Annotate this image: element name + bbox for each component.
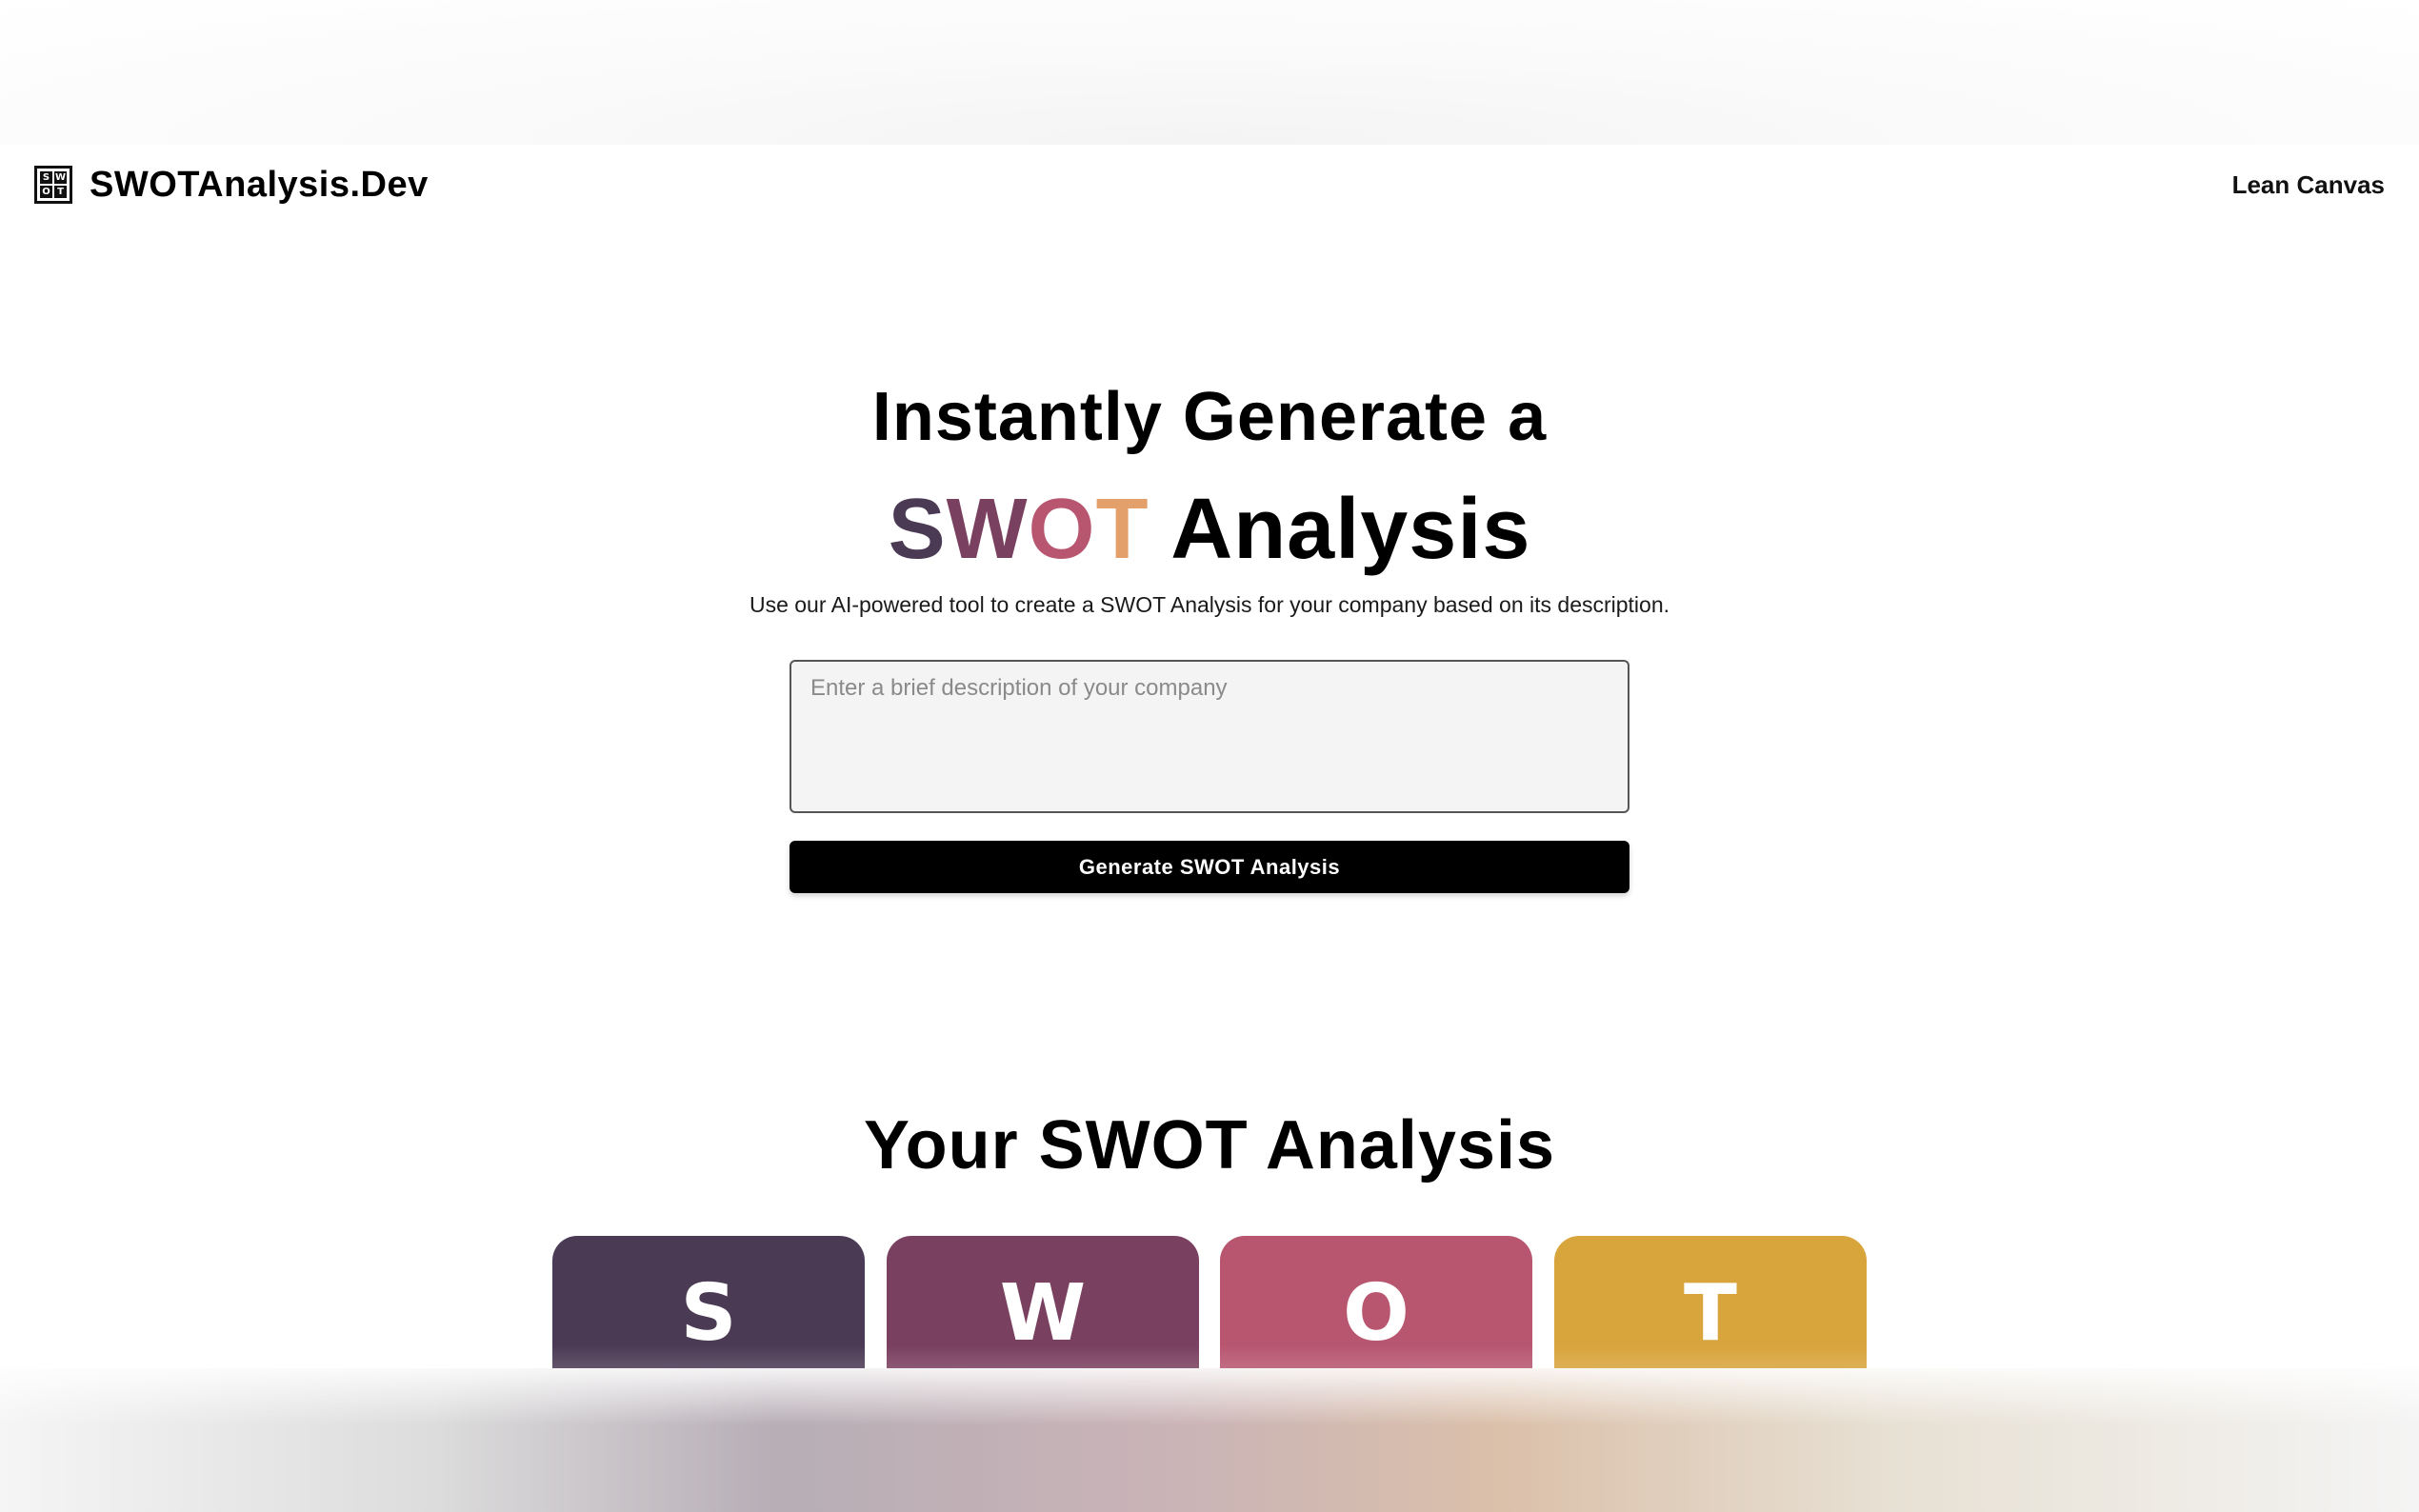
logo-letter-t: T — [54, 186, 67, 198]
generate-swot-button[interactable]: Generate SWOT Analysis — [790, 841, 1629, 893]
hero-letter-o: O — [1028, 482, 1096, 577]
brand-name: SWOTAnalysis.Dev — [90, 164, 429, 205]
card-letter: O — [1343, 1268, 1409, 1359]
hero-letter-t: T — [1095, 482, 1150, 577]
nav-lean-canvas-link[interactable]: Lean Canvas — [2232, 170, 2385, 200]
hero-subtitle: Use our AI-powered tool to create a SWOT… — [749, 592, 1670, 617]
card-letter: T — [1684, 1268, 1737, 1359]
card-letter: S — [680, 1268, 737, 1359]
hero-heading-line1: Instantly Generate a — [871, 379, 1548, 455]
logo-letter-o: O — [40, 186, 52, 198]
results-title: Your SWOT Analysis — [863, 1107, 1556, 1184]
swot-logo-icon: S W O T — [34, 166, 72, 204]
card-letter: W — [999, 1268, 1087, 1359]
page: S W O T SWOTAnalysis.Dev Lean Canvas Ins… — [0, 145, 2419, 1368]
brand-home-link[interactable]: S W O T SWOTAnalysis.Dev — [34, 165, 429, 206]
swot-cards: S W O T — [552, 1236, 1867, 1368]
hero-letter-s: S — [888, 482, 947, 577]
browser-top-backdrop — [0, 0, 2419, 145]
company-description-input[interactable] — [790, 660, 1629, 813]
site-header: S W O T SWOTAnalysis.Dev Lean Canvas — [0, 145, 2419, 225]
swot-card-threats: T — [1554, 1236, 1867, 1368]
swot-card-opportunities: O — [1220, 1236, 1532, 1368]
logo-letter-s: S — [40, 171, 52, 184]
hero-analysis-word: Analysis — [1149, 482, 1531, 577]
swot-card-strengths: S — [552, 1236, 865, 1368]
hero-letter-w: W — [946, 482, 1029, 577]
hero-heading-line2: SWOT Analysis — [0, 481, 2419, 579]
browser-bottom-backdrop — [0, 1368, 2419, 1512]
logo-letter-w: W — [54, 171, 67, 184]
swot-card-weaknesses: W — [887, 1236, 1199, 1368]
